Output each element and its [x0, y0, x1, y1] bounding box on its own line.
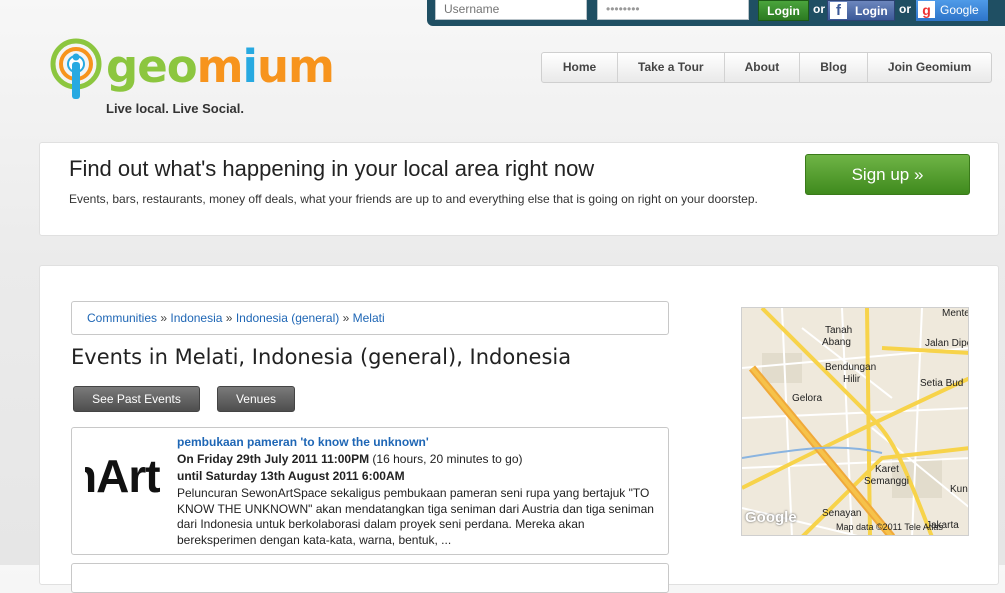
nav-about[interactable]: About — [723, 53, 800, 82]
brand-wordmark: geomium — [106, 40, 335, 93]
nav-blog[interactable]: Blog — [799, 53, 867, 82]
map-label: Hilir — [843, 374, 861, 385]
map-label: Senayan — [822, 508, 862, 519]
google-map-logo[interactable]: Google — [745, 509, 797, 526]
nav-home[interactable]: Home — [542, 53, 617, 82]
hero-title: Find out what's happening in your local … — [69, 156, 595, 181]
main-nav: Home Take a Tour About Blog Join Geomium — [541, 52, 993, 83]
facebook-login-button[interactable]: f Login — [827, 0, 895, 21]
event-card: nArt pembukaan pameran 'to know the unkn… — [71, 427, 669, 555]
venues-button[interactable]: Venues — [217, 386, 295, 412]
map-label: Jalan Dipo — [925, 338, 969, 349]
event-thumbnail[interactable]: nArt — [85, 453, 167, 499]
location-pin-icon — [50, 38, 102, 99]
nav-join-geomium[interactable]: Join Geomium — [866, 53, 991, 82]
or-text: or — [813, 2, 825, 16]
facebook-icon: f — [830, 2, 847, 19]
map-label: Kun — [950, 484, 968, 495]
tagline: Live local. Live Social. — [106, 101, 245, 116]
map-label: Abang — [822, 337, 851, 348]
password-input[interactable] — [597, 0, 749, 20]
map-label: Semanggi — [864, 476, 910, 487]
event-card — [71, 563, 669, 593]
breadcrumb-separator: » — [225, 311, 233, 325]
page-title: Events in Melati, Indonesia (general), I… — [71, 345, 572, 369]
login-bar: Login or f Login or g Google — [427, 0, 1005, 26]
map-label: Tanah — [825, 325, 853, 336]
map-label: Gelora — [792, 393, 823, 404]
google-login-label: Google — [940, 3, 979, 17]
map-label: Mente — [942, 308, 969, 319]
map-label: Setia Bud — [920, 378, 964, 389]
main-panel: Communities » Indonesia » Indonesia (gen… — [39, 265, 999, 593]
google-login-button[interactable]: g Google — [916, 0, 988, 21]
event-title-link[interactable]: pembukaan pameran 'to know the unknown' — [177, 435, 429, 449]
login-button[interactable]: Login — [758, 0, 809, 21]
breadcrumb-indonesia-general[interactable]: Indonesia (general) — [236, 311, 339, 325]
breadcrumb-melati[interactable]: Melati — [353, 311, 385, 325]
event-description: Peluncuran SewonArtSpace sekaligus pembu… — [177, 486, 654, 547]
map-attribution: Map data ©2011 Tele Atlas — [836, 522, 943, 532]
breadcrumb-separator: » — [160, 311, 168, 325]
username-input[interactable] — [435, 0, 587, 20]
breadcrumb-communities[interactable]: Communities — [87, 311, 157, 325]
nav-take-a-tour[interactable]: Take a Tour — [617, 53, 724, 82]
map-label: Karet — [875, 464, 899, 475]
hero-panel: Find out what's happening in your local … — [39, 142, 999, 236]
event-end: until Saturday 13th August 2011 6:00AM — [177, 469, 405, 483]
or-text: or — [899, 2, 911, 16]
hero-subtitle: Events, bars, restaurants, money off dea… — [69, 192, 758, 206]
breadcrumb-separator: » — [342, 311, 350, 325]
breadcrumb-indonesia[interactable]: Indonesia — [170, 311, 222, 325]
breadcrumb: Communities » Indonesia » Indonesia (gen… — [71, 301, 669, 335]
signup-button[interactable]: Sign up » — [805, 154, 970, 195]
location-map[interactable]: Mente Tanah Abang Jalan Dipo Bendungan H… — [741, 307, 969, 536]
event-start: On Friday 29th July 2011 11:00PM (16 hou… — [177, 452, 523, 466]
google-icon: g — [918, 1, 935, 18]
map-label: Bendungan — [825, 362, 877, 373]
facebook-login-label: Login — [855, 4, 888, 18]
see-past-events-button[interactable]: See Past Events — [73, 386, 200, 412]
